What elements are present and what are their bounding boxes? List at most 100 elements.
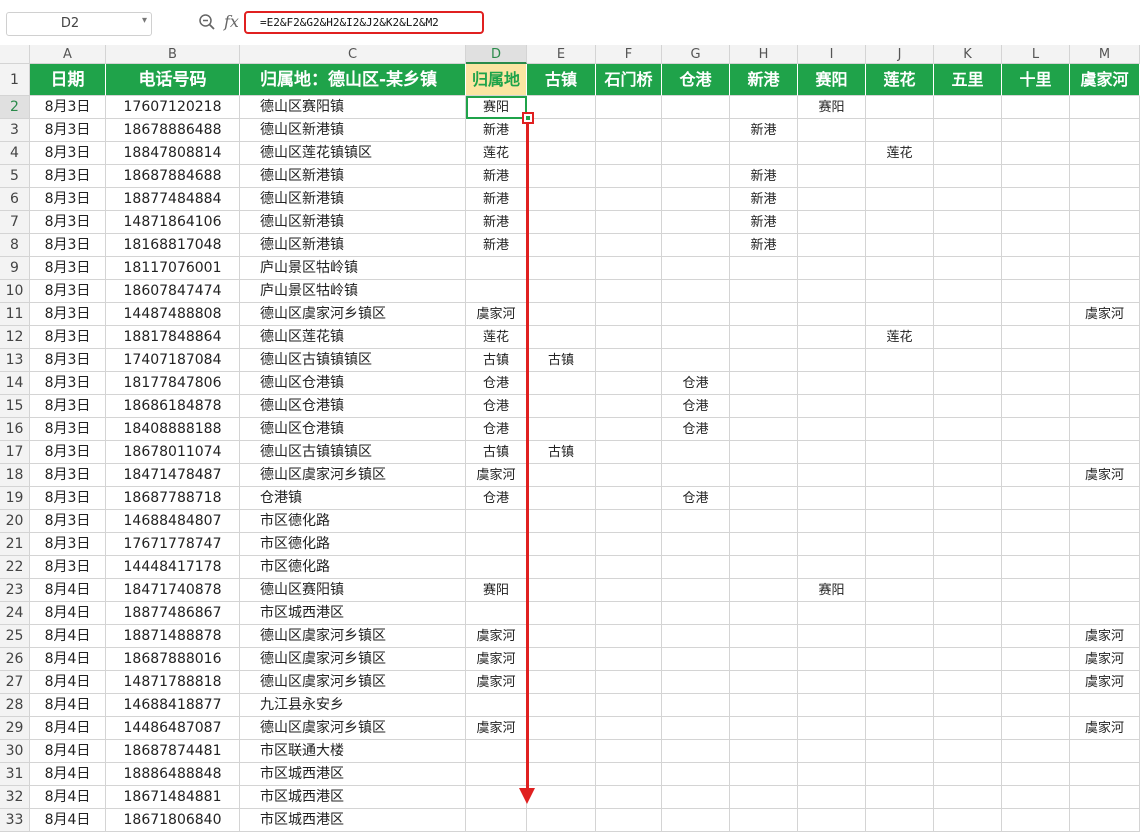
table-cell[interactable] [730, 740, 798, 763]
table-cell[interactable] [798, 602, 866, 625]
table-cell[interactable]: 市区城西港区 [240, 809, 466, 832]
table-cell[interactable] [866, 96, 934, 119]
table-cell[interactable]: 8月4日 [30, 786, 106, 809]
table-cell[interactable] [934, 119, 1002, 142]
table-cell[interactable] [866, 809, 934, 832]
table-cell[interactable]: 8月3日 [30, 96, 106, 119]
table-cell[interactable]: 18471478487 [106, 464, 240, 487]
table-cell[interactable]: 德山区新港镇 [240, 211, 466, 234]
table-cell[interactable] [527, 257, 596, 280]
table-cell[interactable]: 8月3日 [30, 418, 106, 441]
table-cell[interactable]: 18177847806 [106, 372, 240, 395]
table-cell[interactable] [866, 533, 934, 556]
table-cell[interactable] [466, 763, 527, 786]
table-cell[interactable] [1002, 303, 1070, 326]
table-cell[interactable] [1002, 234, 1070, 257]
table-cell[interactable]: 市区联通大楼 [240, 740, 466, 763]
table-cell[interactable] [662, 257, 730, 280]
table-cell[interactable]: 18886488848 [106, 763, 240, 786]
table-cell[interactable] [934, 579, 1002, 602]
table-cell[interactable]: 8月4日 [30, 579, 106, 602]
table-cell[interactable]: 18847808814 [106, 142, 240, 165]
table-cell[interactable]: 8月3日 [30, 372, 106, 395]
table-cell[interactable]: 古镇 [527, 441, 596, 464]
table-cell[interactable] [730, 648, 798, 671]
table-cell[interactable]: 18687788718 [106, 487, 240, 510]
table-cell[interactable] [1070, 165, 1140, 188]
row-header[interactable]: 1 [0, 64, 30, 96]
table-cell[interactable] [934, 326, 1002, 349]
table-cell[interactable]: 18671806840 [106, 809, 240, 832]
table-cell[interactable] [798, 234, 866, 257]
table-cell[interactable] [527, 625, 596, 648]
table-cell[interactable] [596, 119, 662, 142]
table-cell[interactable]: 九江县永安乡 [240, 694, 466, 717]
table-cell[interactable] [596, 717, 662, 740]
table-cell[interactable]: 虞家河 [1070, 648, 1140, 671]
table-cell[interactable] [730, 579, 798, 602]
table-cell[interactable] [1002, 717, 1070, 740]
table-cell[interactable] [866, 119, 934, 142]
row-header[interactable]: 10 [0, 280, 30, 303]
table-cell[interactable] [798, 165, 866, 188]
table-cell[interactable] [798, 786, 866, 809]
table-cell[interactable]: 德山区仓港镇 [240, 395, 466, 418]
table-cell[interactable] [527, 234, 596, 257]
table-cell[interactable] [466, 257, 527, 280]
table-cell[interactable] [596, 510, 662, 533]
table-cell[interactable]: 虞家河 [466, 717, 527, 740]
table-cell[interactable]: 德山区新港镇 [240, 119, 466, 142]
table-cell[interactable]: 古镇 [527, 349, 596, 372]
table-cell[interactable] [866, 740, 934, 763]
table-cell[interactable] [866, 234, 934, 257]
table-cell[interactable]: 新港 [466, 188, 527, 211]
table-cell[interactable] [798, 809, 866, 832]
select-all-corner[interactable] [0, 45, 30, 64]
table-cell[interactable] [596, 326, 662, 349]
table-cell[interactable] [730, 510, 798, 533]
table-cell[interactable] [662, 671, 730, 694]
table-cell[interactable]: 17671778747 [106, 533, 240, 556]
table-cell[interactable] [527, 648, 596, 671]
row-header[interactable]: 31 [0, 763, 30, 786]
table-cell[interactable] [730, 395, 798, 418]
table-cell[interactable] [1070, 349, 1140, 372]
table-cell[interactable] [798, 556, 866, 579]
row-header[interactable]: 15 [0, 395, 30, 418]
table-cell[interactable] [798, 257, 866, 280]
table-cell[interactable]: 新港 [466, 211, 527, 234]
table-header-cell[interactable]: 赛阳 [798, 64, 866, 96]
table-cell[interactable]: 仓港 [466, 487, 527, 510]
table-cell[interactable]: 18687874481 [106, 740, 240, 763]
table-cell[interactable] [798, 418, 866, 441]
column-header-c[interactable]: C [240, 45, 466, 64]
table-cell[interactable]: 8月4日 [30, 717, 106, 740]
table-cell[interactable]: 8月3日 [30, 119, 106, 142]
table-cell[interactable] [662, 303, 730, 326]
table-cell[interactable] [934, 602, 1002, 625]
row-header[interactable]: 26 [0, 648, 30, 671]
table-cell[interactable] [934, 648, 1002, 671]
table-cell[interactable] [866, 625, 934, 648]
column-header-g[interactable]: G [662, 45, 730, 64]
table-cell[interactable] [1070, 142, 1140, 165]
row-header[interactable]: 16 [0, 418, 30, 441]
table-cell[interactable]: 市区城西港区 [240, 602, 466, 625]
table-cell[interactable] [866, 671, 934, 694]
table-cell[interactable]: 仓港 [662, 372, 730, 395]
table-cell[interactable]: 8月4日 [30, 648, 106, 671]
table-cell[interactable] [1002, 188, 1070, 211]
table-cell[interactable] [466, 740, 527, 763]
column-header-a[interactable]: A [30, 45, 106, 64]
table-header-cell[interactable]: 归属地 [466, 64, 527, 96]
table-cell[interactable]: 德山区新港镇 [240, 234, 466, 257]
table-cell[interactable]: 赛阳 [466, 96, 527, 119]
table-cell[interactable]: 8月3日 [30, 510, 106, 533]
table-cell[interactable] [934, 740, 1002, 763]
table-cell[interactable] [730, 464, 798, 487]
table-cell[interactable] [798, 487, 866, 510]
table-cell[interactable]: 德山区虞家河乡镇区 [240, 625, 466, 648]
table-cell[interactable] [934, 625, 1002, 648]
table-cell[interactable]: 新港 [730, 165, 798, 188]
table-cell[interactable] [866, 717, 934, 740]
